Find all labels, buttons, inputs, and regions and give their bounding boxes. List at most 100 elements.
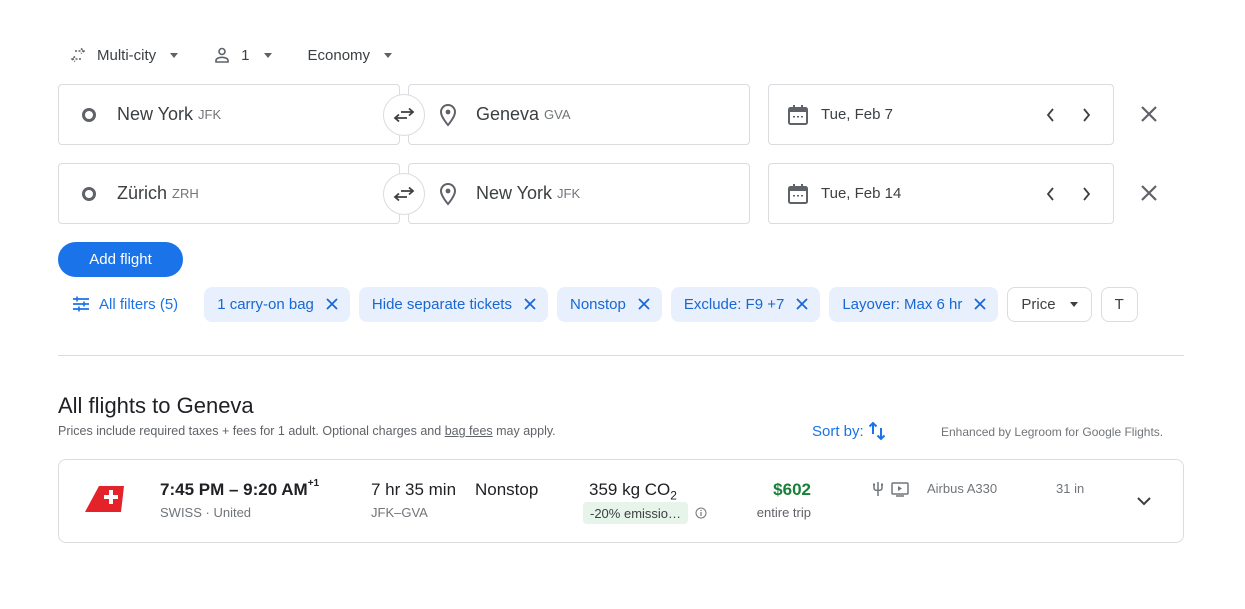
next-date-button[interactable] — [1069, 98, 1103, 132]
destination-field[interactable]: Geneva GVA — [408, 84, 750, 145]
filter-chip-nonstop[interactable]: Nonstop — [556, 286, 662, 322]
remove-filter-icon[interactable] — [326, 298, 338, 310]
chip-label: Hide separate tickets — [371, 295, 512, 313]
info-icon[interactable] — [695, 507, 707, 519]
origin-code: ZRH — [172, 186, 199, 201]
subtitle-text: Prices include required taxes + fees for… — [58, 424, 445, 438]
co2-value: 359 kg CO — [589, 480, 671, 499]
filter-chip-separate-tickets[interactable]: Hide separate tickets — [358, 286, 548, 322]
video-screen-icon — [891, 481, 909, 497]
trip-type-value: Multi-city — [97, 46, 157, 64]
chip-label: 1 carry-on bag — [217, 295, 314, 313]
sort-arrows-icon — [867, 420, 887, 442]
filter-chip-carry-on[interactable]: 1 carry-on bag — [204, 286, 350, 322]
date-value: Tue, Feb 7 — [821, 106, 893, 123]
destination-code: JFK — [557, 186, 581, 201]
swap-arrows-icon — [393, 107, 415, 123]
divider — [58, 355, 1184, 356]
filter-chip-layover[interactable]: Layover: Max 6 hr — [829, 286, 999, 322]
dropdown-label: Price — [1021, 295, 1056, 313]
trip-type-select[interactable]: Multi-city — [58, 38, 188, 72]
chevron-right-icon — [1083, 107, 1091, 122]
add-flight-button[interactable]: Add flight — [58, 242, 183, 277]
dropdown-caret-icon — [170, 52, 179, 58]
sort-by-button[interactable]: Sort by: — [812, 420, 887, 442]
remove-flight-button[interactable] — [1134, 99, 1164, 129]
subtitle-text-end: may apply. — [492, 424, 556, 438]
dropdown-caret-icon — [384, 52, 393, 58]
chevron-down-icon — [1137, 497, 1151, 506]
chip-label: Nonstop — [569, 295, 626, 313]
filter-sliders-icon — [72, 296, 90, 312]
origin-field[interactable]: Zürich ZRH — [58, 163, 400, 224]
close-icon — [1141, 106, 1157, 122]
usb-power-icon — [871, 481, 885, 497]
passengers-select[interactable]: 1 — [202, 38, 281, 72]
price-filter-dropdown[interactable]: Price — [1007, 286, 1092, 322]
flight-result-row[interactable]: 7:45 PM – 9:20 AM+1 SWISS · United 7 hr … — [58, 459, 1184, 543]
calendar-icon — [787, 183, 809, 205]
remove-filter-icon[interactable] — [974, 298, 987, 310]
remove-filter-icon[interactable] — [524, 298, 536, 310]
legroom: 31 in — [1056, 481, 1085, 496]
cabin-class-value: Economy — [307, 46, 371, 64]
results-subtitle: Prices include required taxes + fees for… — [58, 424, 556, 438]
previous-date-button[interactable] — [1034, 98, 1068, 132]
bag-fees-link[interactable]: bag fees — [445, 424, 493, 438]
enhanced-note: Enhanced by Legroom for Google Flights. — [941, 425, 1164, 439]
filter-chip-exclude-airlines[interactable]: Exclude: F9 +7 — [670, 286, 821, 322]
destination-code: GVA — [544, 107, 571, 122]
remove-filter-icon[interactable] — [796, 298, 808, 310]
person-icon — [212, 45, 232, 65]
swap-locations-button[interactable] — [383, 173, 425, 215]
previous-date-button[interactable] — [1034, 177, 1068, 211]
origin-circle-icon — [82, 186, 96, 201]
flight-stops: Nonstop — [475, 480, 539, 499]
times-text: 7:45 PM – 9:20 AM — [160, 480, 308, 499]
co2-emissions: 359 kg CO2 — [589, 480, 677, 502]
flight-leg-1: New York JFK Geneva GVA Tue, Feb 7 — [58, 84, 1188, 145]
location-pin-icon — [438, 103, 458, 127]
airline-names: SWISS · United — [160, 505, 252, 520]
results-title: All flights to Geneva — [58, 393, 254, 418]
departure-date-field[interactable]: Tue, Feb 7 — [768, 84, 1114, 145]
times-filter-dropdown[interactable]: T — [1100, 286, 1138, 322]
flight-leg-2: Zürich ZRH New York JFK Tue, Feb 14 — [58, 163, 1188, 224]
expand-details-button[interactable] — [1129, 486, 1159, 516]
dropdown-caret-icon — [1069, 301, 1078, 307]
passengers-value: 1 — [241, 46, 250, 64]
all-filters-label: All filters (5) — [99, 295, 179, 313]
departure-date-field[interactable]: Tue, Feb 14 — [768, 163, 1114, 224]
destination-city: New York — [476, 183, 553, 203]
remove-flight-button[interactable] — [1134, 178, 1164, 208]
chip-label: Exclude: F9 +7 — [683, 295, 785, 313]
cabin-class-select[interactable]: Economy — [298, 38, 403, 72]
destination-city: Geneva — [476, 104, 540, 124]
remove-filter-icon[interactable] — [638, 298, 650, 310]
flight-duration: 7 hr 35 min — [371, 480, 457, 499]
date-value: Tue, Feb 14 — [821, 185, 902, 202]
chevron-left-icon — [1046, 107, 1054, 122]
flight-times: 7:45 PM – 9:20 AM+1 — [160, 478, 319, 500]
flight-price: $602 — [773, 480, 811, 499]
next-date-button[interactable] — [1069, 177, 1103, 211]
all-filters-button[interactable]: All filters (5) — [58, 286, 192, 322]
chevron-right-icon — [1083, 186, 1091, 201]
sort-by-label: Sort by: — [812, 422, 864, 440]
origin-circle-icon — [82, 107, 96, 122]
location-pin-icon — [438, 182, 458, 206]
multi-city-arrows-icon — [68, 45, 88, 65]
co2-subscript: 2 — [670, 488, 677, 503]
dropdown-caret-icon — [263, 52, 272, 58]
swiss-logo-icon — [85, 484, 125, 519]
swap-locations-button[interactable] — [383, 94, 425, 136]
calendar-icon — [787, 104, 809, 126]
destination-field[interactable]: New York JFK — [408, 163, 750, 224]
price-note: entire trip — [756, 505, 811, 520]
aircraft-type: Airbus A330 — [927, 481, 998, 496]
swap-arrows-icon — [393, 186, 415, 202]
emissions-badge: -20% emissio… — [583, 502, 689, 524]
origin-city: Zürich — [117, 183, 168, 203]
origin-field[interactable]: New York JFK — [58, 84, 400, 145]
chevron-left-icon — [1046, 186, 1054, 201]
